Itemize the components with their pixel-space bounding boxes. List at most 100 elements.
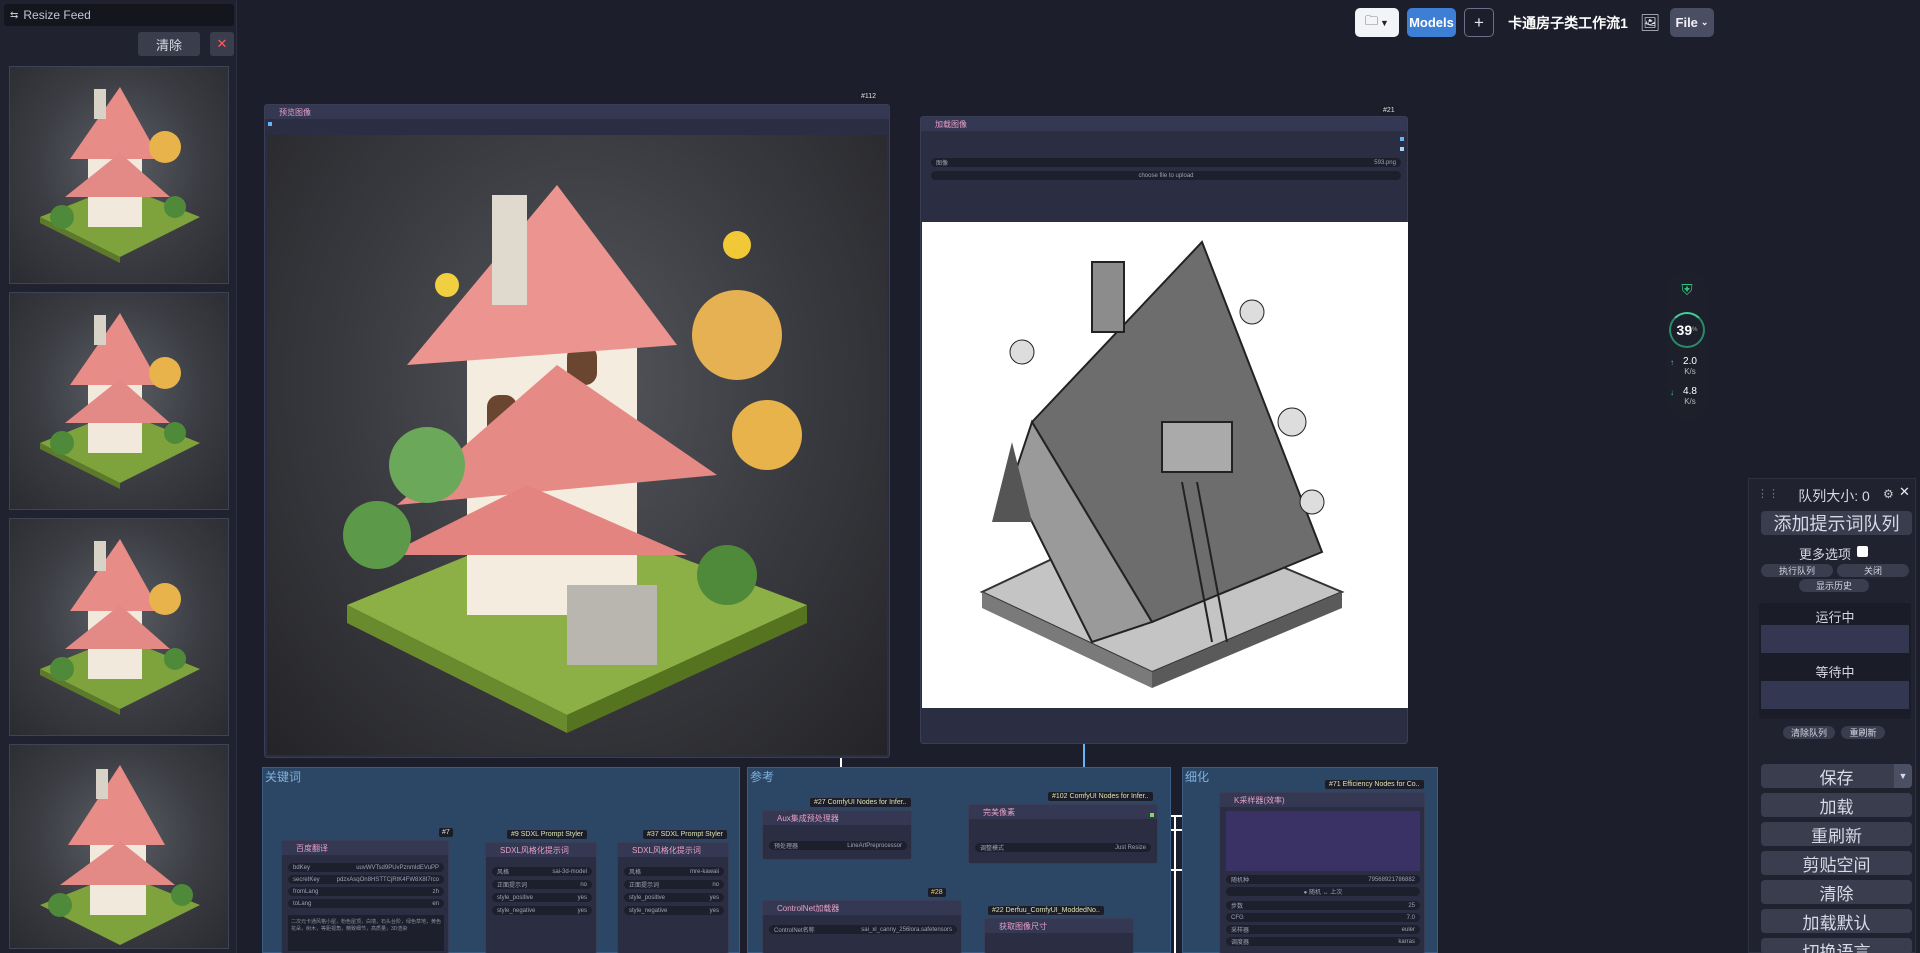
resize-mode-widget[interactable]: 调整模式 Just Resize [975, 843, 1151, 852]
translate-node[interactable]: 百度翻译 bdKey uuvWVTsd9PUvPznmIdEVuPP secre… [281, 840, 449, 953]
styler37-widget[interactable]: 正面提示词 no [624, 880, 724, 889]
clipspace-button[interactable]: 剪贴空间 [1761, 851, 1912, 875]
output-slot[interactable] [1150, 813, 1154, 817]
load-default-button[interactable]: 加载默认 [1761, 909, 1912, 933]
gear-icon[interactable]: ⚙ [1883, 487, 1894, 501]
preprocess-group-title: 参考 [750, 770, 775, 784]
controlnet-loader-node[interactable]: ControlNet加载器 ControlNet名称 sai_xl_canny_… [762, 900, 962, 953]
save-button[interactable]: 保存 ▼ [1761, 764, 1912, 788]
resize-node-badge: #102 ComfyUI Nodes for Infer.. [1048, 792, 1153, 801]
sampler-name-widget[interactable]: 采样器 euler [1226, 925, 1420, 934]
aux-node-title: Aux集成预处理器 [763, 811, 911, 825]
widget-value: LineArtPreprocessor [847, 842, 902, 849]
styler9-widget[interactable]: 正面提示词 no [492, 880, 592, 889]
pending-list [1761, 681, 1909, 709]
styler37-title: SDXL风格化提示词 [618, 843, 728, 857]
more-options-checkbox[interactable] [1857, 546, 1868, 557]
pixel-perfect-node[interactable]: 完美像素 调整模式 Just Resize [968, 804, 1158, 864]
widget-label: 正面提示词 [629, 883, 660, 889]
running-label: 运行中 [1815, 610, 1855, 625]
switch-language-button[interactable]: 切换语言 [1761, 938, 1912, 953]
image-size-node[interactable]: 获取图像尺寸 [984, 918, 1134, 953]
widget-label: 预处理器 [774, 844, 799, 850]
widget-value: yes [709, 894, 719, 901]
styler37-widget[interactable]: style_positive yes [624, 893, 724, 902]
more-options-label: 更多选项 [1799, 547, 1852, 562]
widget-label: 风格 [497, 870, 510, 876]
keywords-group-title: 关键词 [265, 770, 302, 784]
widget-label: style_negative [497, 907, 536, 914]
preprocess-group[interactable]: 参考 #27 ComfyUI Nodes for Infer.. Aux集成预处… [747, 767, 1171, 953]
upload-speed: 2.0 [1683, 356, 1697, 367]
scheduler-widget[interactable]: 调度器 karras [1226, 937, 1420, 946]
styler9-widget[interactable]: 风格 sai-3d-model [492, 867, 592, 876]
keywords-group[interactable]: 关键词 #7 百度翻译 bdKey uuvWVTsd9PUvPznmIdEVuP… [262, 767, 740, 953]
styler37-widget[interactable]: style_negative yes [624, 906, 724, 915]
usage-gauge: 39 % [1669, 312, 1705, 348]
sampler-node-badge: #71 Efficiency Nodes for Co.. [1325, 780, 1424, 789]
close-queue-button[interactable]: 关闭 [1837, 564, 1909, 577]
widget-label: secretKey [293, 876, 320, 883]
running-list [1761, 625, 1909, 653]
steps-widget[interactable]: 步数 25 [1226, 901, 1420, 910]
widget-value: 79568921786882 [1368, 876, 1415, 883]
widget-label: 随机种 [1231, 878, 1250, 884]
ksampler-node[interactable]: K采样器(效率) 随机种 79568921786882 ● 随机 ↔ 上次 步数… [1219, 792, 1425, 953]
usage-percent: 39 [1676, 322, 1693, 338]
widget-label: style_positive [629, 894, 666, 901]
drag-handle-icon[interactable]: ⋮⋮ [1757, 487, 1779, 500]
controlnet-name-widget[interactable]: ControlNet名称 sai_xl_canny_256lora.safete… [769, 925, 957, 934]
pending-label: 等待中 [1815, 665, 1855, 680]
save-dropdown-chevron-icon[interactable]: ▼ [1894, 764, 1912, 788]
styler9-title: SDXL风格化提示词 [486, 843, 596, 857]
widget-label: ControlNet名称 [774, 928, 815, 934]
widget-label: style_negative [629, 907, 668, 914]
widget-value: en [432, 900, 439, 907]
exec-queue-button[interactable]: 执行队列 [1761, 564, 1833, 577]
styler9-widget[interactable]: style_positive yes [492, 893, 592, 902]
cfg-widget[interactable]: CFG 7.0 [1226, 913, 1420, 922]
widget-value: karras [1398, 938, 1415, 945]
widget-label: toLang [293, 900, 312, 907]
styler9-widget[interactable]: style_negative yes [492, 906, 592, 915]
widget-label: 调整模式 [980, 846, 1005, 852]
widget-value: mre-kawaii [689, 868, 719, 875]
queue-status-area: 运行中 等待中 [1759, 603, 1911, 719]
widget-value: yes [709, 907, 719, 914]
ksampler-title: K采样器(效率) [1220, 793, 1424, 807]
fromlang-widget[interactable]: fromLang zh [288, 887, 444, 896]
bdkey-widget[interactable]: bdKey uuvWVTsd9PUvPznmIdEVuPP [288, 863, 444, 872]
add-prompt-queue-button[interactable]: 添加提示词队列 [1761, 511, 1912, 535]
system-monitor: ⛨ 39 % ↑ 2.0 K/s ↓ 4.8 K/s [1666, 272, 1708, 420]
seed-mode-widget[interactable]: ● 随机 ↔ 上次 [1226, 887, 1420, 896]
seed-widget[interactable]: 随机种 79568921786882 [1226, 875, 1420, 884]
refresh-queue-button[interactable]: 重刷新 [1841, 726, 1885, 739]
n28-badge: #28 [928, 888, 946, 897]
aux-preprocessor-node[interactable]: Aux集成预处理器 预处理器 LineArtPreprocessor [762, 810, 912, 860]
upload-unit: K/s [1684, 367, 1696, 376]
widget-label: 采样器 [1231, 928, 1250, 934]
widget-label: style_positive [497, 894, 534, 901]
translate-textarea[interactable]: 二次元卡通风格小屋，粉色屋顶，白墙，石头台阶，绿色草地，黄色花朵，树木，等距视角… [288, 915, 444, 951]
secretkey-widget[interactable]: secretKey pdzxAsqOn8HSTTCjRtK4FW8X8I7rco [288, 875, 444, 884]
refresh-button[interactable]: 重刷新 [1761, 822, 1912, 846]
show-history-button[interactable]: 显示历史 [1799, 579, 1869, 592]
save-button-label: 保存 [1819, 768, 1854, 788]
size-node-badge: #22 Derfuu_ComfyUI_ModdedNo.. [988, 906, 1104, 915]
styler9-node[interactable]: SDXL风格化提示词 风格 sai-3d-model 正面提示词 no styl… [485, 842, 597, 953]
widget-value: no [712, 881, 719, 888]
sampler-preview-area [1226, 811, 1420, 871]
clear-queue-button[interactable]: 清除队列 [1783, 726, 1835, 739]
clear-button[interactable]: 清除 [1761, 880, 1912, 904]
widget-label: 步数 [1231, 904, 1244, 910]
close-icon[interactable]: ✕ [1899, 484, 1910, 500]
upload-arrow-icon: ↑ [1670, 358, 1674, 367]
preprocessor-widget[interactable]: 预处理器 LineArtPreprocessor [769, 841, 907, 850]
tolang-widget[interactable]: toLang en [288, 899, 444, 908]
refine-group[interactable]: 细化 #71 Efficiency Nodes for Co.. K采样器(效率… [1182, 767, 1438, 953]
widget-value: no [580, 881, 587, 888]
load-button[interactable]: 加载 [1761, 793, 1912, 817]
widget-label: fromLang [293, 888, 319, 895]
styler37-widget[interactable]: 风格 mre-kawaii [624, 867, 724, 876]
styler37-node[interactable]: SDXL风格化提示词 风格 mre-kawaii 正面提示词 no style_… [617, 842, 729, 953]
